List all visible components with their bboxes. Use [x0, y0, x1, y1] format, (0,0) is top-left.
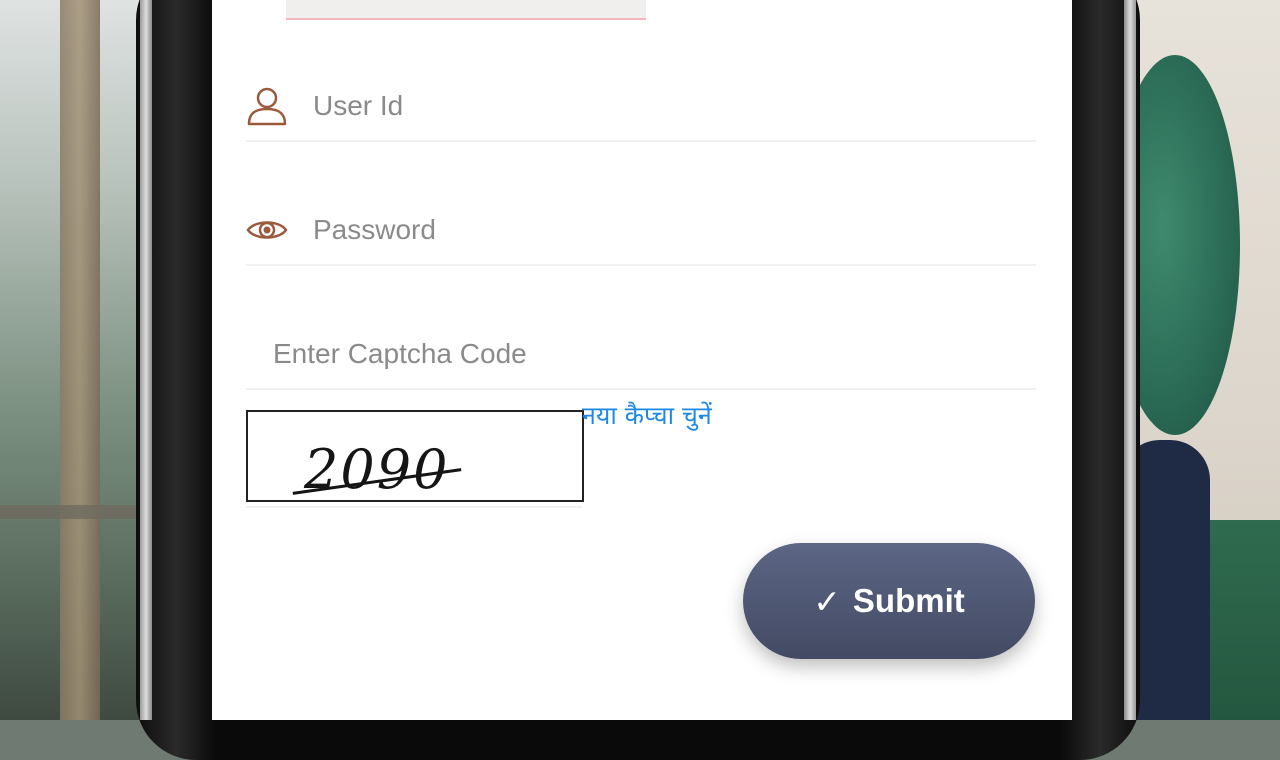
background-window-frame — [60, 0, 100, 720]
phone-edge-right — [1124, 0, 1136, 720]
background-window-bar — [0, 505, 140, 519]
password-field[interactable]: Password — [246, 194, 1036, 266]
captcha-image: 2090 — [246, 410, 584, 502]
new-captcha-link[interactable]: नया कैप्चा चुनें — [582, 398, 712, 432]
user-id-placeholder: User Id — [313, 90, 404, 121]
captcha-input-field[interactable]: Enter Captcha Code — [246, 318, 1036, 390]
eye-icon[interactable] — [246, 208, 288, 252]
captcha-code: 2090 — [304, 438, 450, 501]
previous-input-field[interactable] — [286, 0, 646, 20]
captcha-placeholder: Enter Captcha Code — [273, 338, 527, 369]
submit-label: Submit — [852, 582, 965, 619]
phone-edge-left — [140, 0, 152, 720]
user-id-field[interactable]: User Id — [246, 70, 1036, 142]
check-icon: ✓ — [813, 581, 841, 621]
submit-button[interactable]: ✓ Submit — [743, 543, 1035, 659]
user-icon — [246, 84, 288, 128]
captcha-divider — [246, 506, 582, 508]
password-placeholder: Password — [313, 214, 436, 245]
phone-screen: User Id Password Enter Captcha Code 2090… — [212, 0, 1072, 720]
